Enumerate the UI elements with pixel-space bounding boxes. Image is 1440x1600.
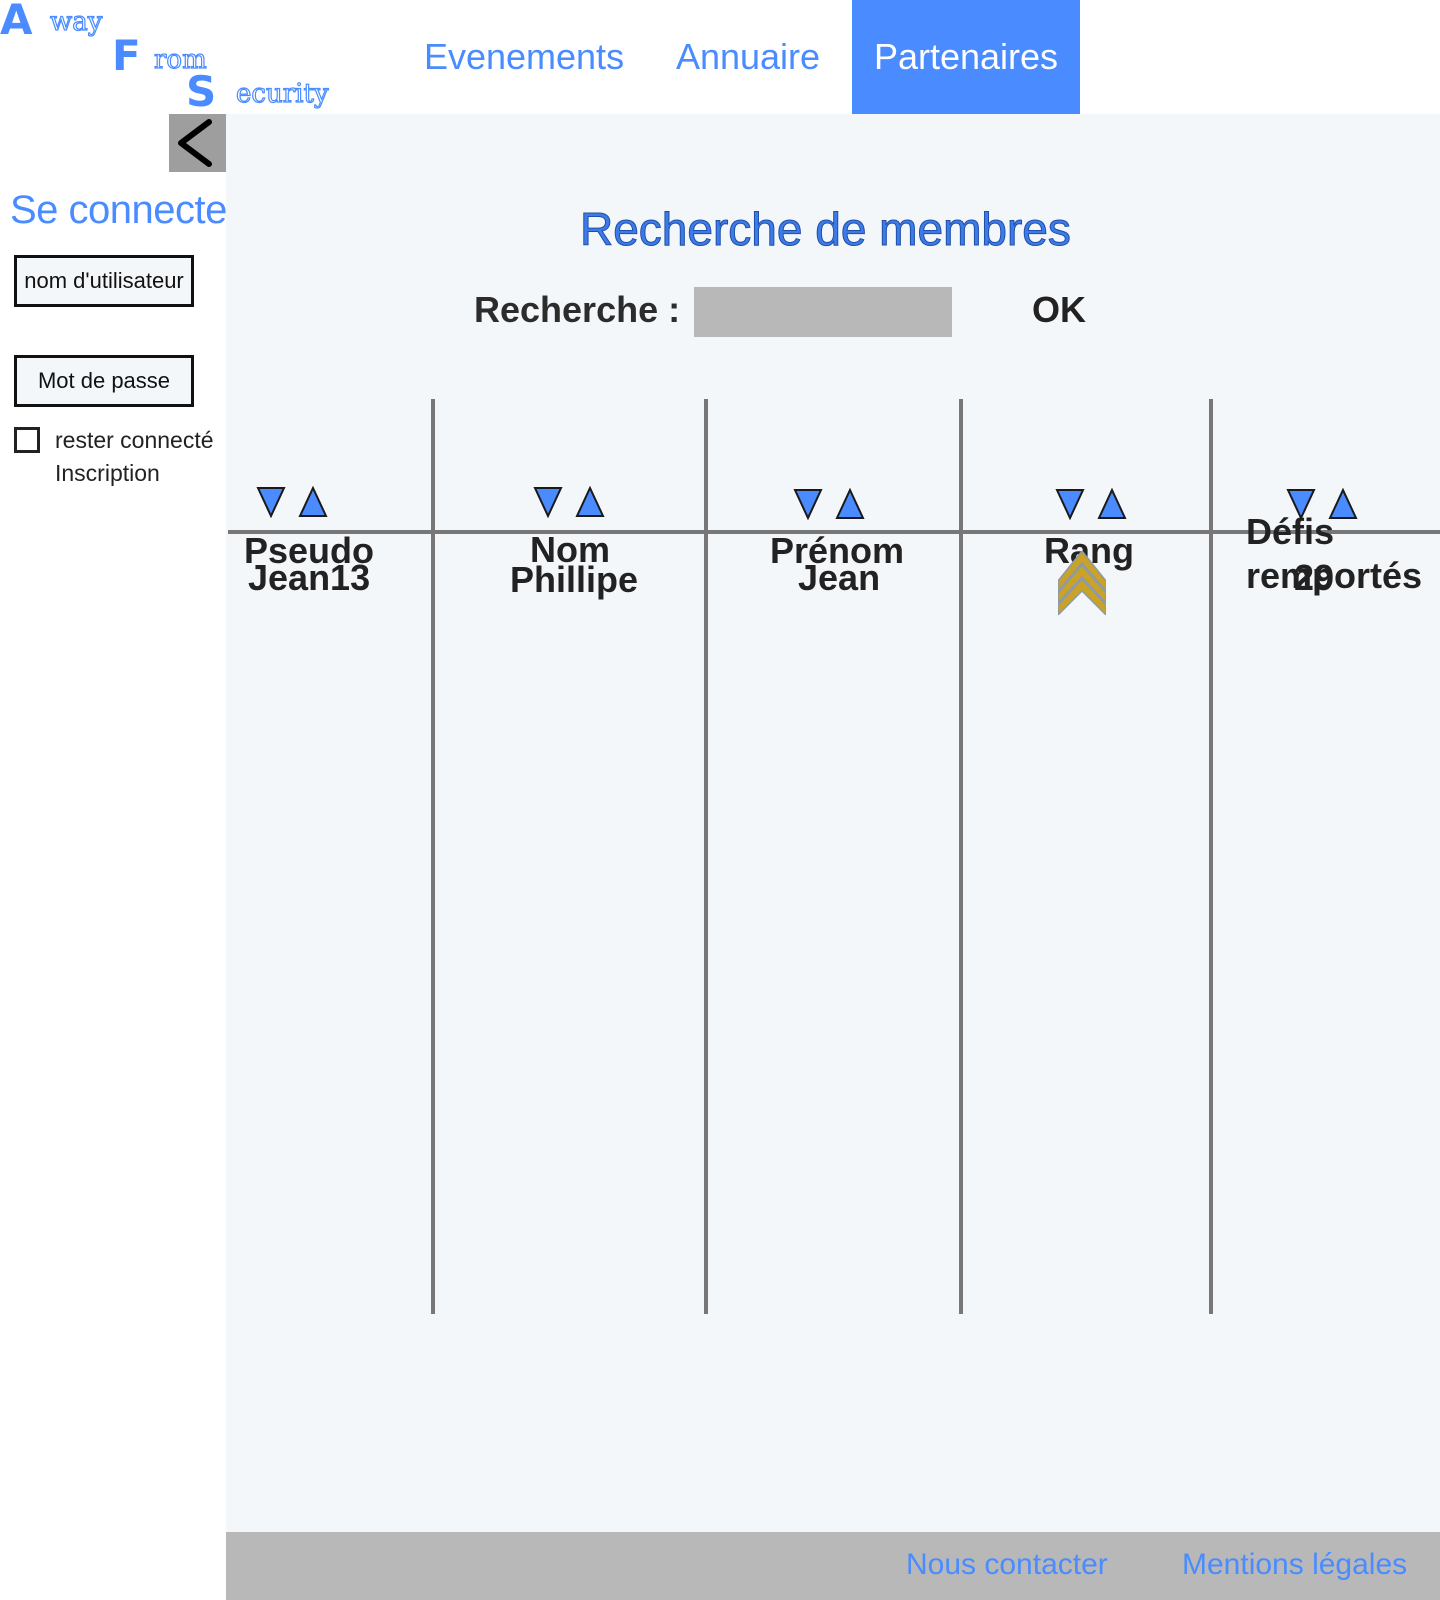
cell-prenom: Jean (798, 557, 881, 598)
cell-defis: 29 (1294, 557, 1335, 598)
column-divider (431, 399, 435, 1314)
sort-ascending-icon[interactable] (575, 486, 605, 518)
nav-partenaires[interactable]: Partenaires (852, 0, 1080, 114)
column-divider (704, 399, 708, 1314)
logo-letter-f: F (112, 31, 141, 80)
login-title: Se connecter (10, 188, 240, 232)
sidebar-collapse-button[interactable] (169, 114, 226, 172)
sort-controls-nom (533, 486, 613, 520)
sort-ascending-icon[interactable] (1097, 488, 1127, 520)
page-title: Recherche de membres (580, 203, 1072, 256)
logo-word-away: way (50, 7, 103, 37)
sort-controls-defis (1286, 488, 1366, 522)
nav-partenaires-label: Partenaires (873, 36, 1059, 77)
column-divider (1209, 399, 1213, 1314)
username-field[interactable] (14, 255, 194, 307)
nav-evenements[interactable]: Evenements (424, 0, 624, 114)
search-input[interactable] (694, 287, 952, 337)
column-header-defis[interactable]: Défis remportés (1246, 510, 1426, 598)
signup-link[interactable]: Inscription (55, 460, 160, 487)
sort-ascending-icon[interactable] (298, 486, 328, 518)
logo-word-security: ecurity (236, 79, 329, 109)
cell-pseudo: Jean13 (248, 557, 371, 598)
sort-descending-icon[interactable] (256, 486, 286, 518)
remember-me-checkbox[interactable] (14, 427, 40, 453)
sort-descending-icon[interactable] (1286, 488, 1316, 520)
footer-contact-link[interactable]: Nous contacter (906, 1548, 1108, 1582)
sort-controls-pseudo (256, 486, 336, 520)
sort-controls-prenom (793, 488, 873, 522)
nav-annuaire[interactable]: Annuaire (676, 0, 820, 114)
cell-nom: Phillipe (510, 559, 639, 600)
sort-descending-icon[interactable] (533, 486, 563, 518)
column-divider (959, 399, 963, 1314)
site-logo[interactable]: A way F rom S ecurity (0, 0, 400, 112)
logo-letter-s: S (186, 67, 216, 112)
search-label: Recherche : (474, 289, 681, 330)
remember-me-label: rester connecté (55, 427, 214, 453)
password-field[interactable] (14, 355, 194, 407)
footer-legal-link[interactable]: Mentions légales (1182, 1548, 1407, 1582)
logo-letter-a: A (0, 0, 33, 44)
sort-descending-icon[interactable] (1055, 488, 1085, 520)
sort-ascending-icon[interactable] (1328, 488, 1358, 520)
main-panel: Recherche de membres Recherche : OK Pseu… (226, 114, 1440, 1600)
ok-button[interactable]: OK (1032, 289, 1086, 331)
nav-annuaire-label: Annuaire (675, 36, 821, 77)
nav-evenements-label: Evenements (423, 36, 625, 77)
sort-ascending-icon[interactable] (835, 488, 865, 520)
chevron-left-icon (178, 119, 212, 167)
sergeant-chevron-icon (1058, 551, 1106, 615)
sort-descending-icon[interactable] (793, 488, 823, 520)
sort-controls-rang (1055, 488, 1135, 522)
